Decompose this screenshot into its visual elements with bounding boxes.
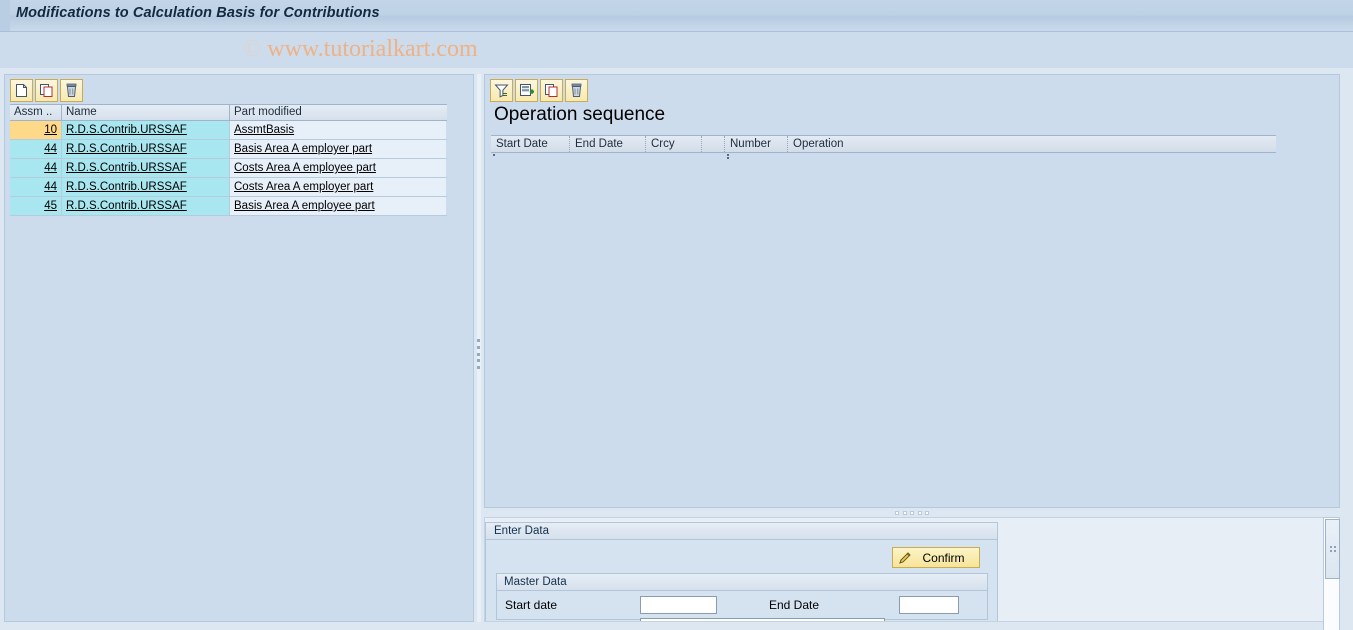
pencil-icon xyxy=(899,551,911,564)
cell-name-text: R.D.S.Contrib.URSSAF xyxy=(66,162,187,174)
window-title-bar: Modifications to Calculation Basis for C… xyxy=(0,0,1353,32)
watermark: © www.tutorialkart.com xyxy=(243,36,478,63)
column-header-crcy[interactable]: Crcy xyxy=(646,136,702,152)
cell-part-modified-text: Basis Area A employer part xyxy=(234,143,373,155)
cell-name[interactable]: R.D.S.Contrib.URSSAF xyxy=(62,178,230,196)
table-row[interactable]: 10 R.D.S.Contrib.URSSAF AssmtBasis xyxy=(10,121,447,140)
page-title: Modifications to Calculation Basis for C… xyxy=(16,5,380,21)
cell-assm-text: 10 xyxy=(44,124,57,136)
assignment-grid: Assm .. Name Part modified 10 R.D.S.Contr… xyxy=(10,104,447,216)
column-header-start-date[interactable]: Start Date xyxy=(491,136,570,152)
vertical-splitter[interactable] xyxy=(474,74,484,622)
column-header-blank[interactable] xyxy=(702,136,725,152)
confirm-button-label: Confirm xyxy=(922,550,965,565)
cell-name[interactable]: R.D.S.Contrib.URSSAF xyxy=(62,121,230,139)
operation-sequence-panel: Operation sequence Start Date End Date C… xyxy=(484,74,1340,508)
cell-assm-text: 44 xyxy=(44,181,57,193)
start-date-field[interactable] xyxy=(640,596,717,614)
enter-data-group-title: Enter Data xyxy=(486,523,997,540)
operation-sequence-grid: Start Date End Date Crcy Number Operatio… xyxy=(491,135,1276,443)
operation-grid-body[interactable] xyxy=(491,153,1276,443)
delete-row-button[interactable] xyxy=(565,79,588,102)
scrollbar-thumb-grip xyxy=(1330,546,1337,553)
table-row[interactable]: 44 R.D.S.Contrib.URSSAF Costs Area A emplo… xyxy=(10,178,447,197)
scrollbar-thumb[interactable] xyxy=(1325,519,1340,579)
enter-data-group: Enter Data Confirm Master Data Start dat… xyxy=(485,522,998,621)
new-document-icon xyxy=(16,84,27,97)
cell-part-modified-text: Costs Area A employee part xyxy=(234,162,376,174)
watermark-copyright-symbol: © xyxy=(243,36,262,62)
work-canvas: Assm .. Name Part modified 10 R.D.S.Contr… xyxy=(0,68,1353,630)
operation-grid-header: Start Date End Date Crcy Number Operatio… xyxy=(491,135,1276,153)
confirm-button[interactable]: Confirm xyxy=(892,547,980,568)
cell-name-text: R.D.S.Contrib.URSSAF xyxy=(66,181,187,193)
end-date-label: End Date xyxy=(769,598,820,612)
column-header-end-date[interactable]: End Date xyxy=(570,136,646,152)
operation-ind-label: Operation ind. xyxy=(505,620,580,621)
copy-icon xyxy=(545,84,558,97)
table-row[interactable]: 44 R.D.S.Contrib.URSSAF Costs Area A emplo… xyxy=(10,159,447,178)
new-entry-button[interactable] xyxy=(10,79,33,102)
copy-entry-button[interactable] xyxy=(35,79,58,102)
assignment-grid-header: Assm .. Name Part modified xyxy=(10,104,447,121)
insert-row-button[interactable] xyxy=(515,79,538,102)
end-date-field[interactable] xyxy=(899,596,959,614)
table-row[interactable]: 45 R.D.S.Contrib.URSSAF Basis Area A emplo… xyxy=(10,197,447,216)
cell-name-text: R.D.S.Contrib.URSSAF xyxy=(66,124,187,136)
assignment-grid-body: 10 R.D.S.Contrib.URSSAF AssmtBasis 44 R.D.S.… xyxy=(10,121,447,216)
cell-assm[interactable]: 44 xyxy=(10,140,62,158)
sub-toolbar-strip xyxy=(0,32,1353,68)
assignment-list-panel: Assm .. Name Part modified 10 R.D.S.Contr… xyxy=(4,74,474,622)
start-date-label: Start date xyxy=(505,598,558,612)
trash-icon xyxy=(571,83,582,97)
cell-part-modified-text: Costs Area A employer part xyxy=(234,181,374,193)
vertical-scrollbar[interactable] xyxy=(1323,517,1340,630)
cell-assm[interactable]: 10 xyxy=(10,121,62,139)
cell-assm[interactable]: 44 xyxy=(10,178,62,196)
cell-part-modified-text: AssmtBasis xyxy=(234,124,295,136)
trash-icon xyxy=(66,83,77,97)
operation-sequence-toolbar xyxy=(490,79,588,102)
copy-icon xyxy=(40,84,53,97)
cell-assm-text: 44 xyxy=(44,162,57,174)
insert-row-icon xyxy=(520,84,534,96)
cell-assm-text: 44 xyxy=(44,143,57,155)
application-window: Modifications to Calculation Basis for C… xyxy=(0,0,1353,630)
watermark-text: www.tutorialkart.com xyxy=(267,36,478,62)
column-header-assm[interactable]: Assm .. xyxy=(10,105,62,120)
cell-part-modified[interactable]: Basis Area A employer part xyxy=(230,140,446,158)
table-row[interactable]: 44 R.D.S.Contrib.URSSAF Basis Area A emplo… xyxy=(10,140,447,159)
master-data-group: Master Data Start date End Date Operatio… xyxy=(496,573,988,621)
cell-part-modified[interactable]: Basis Area A employee part xyxy=(230,197,446,215)
master-data-group-title: Master Data xyxy=(497,574,987,591)
column-header-name[interactable]: Name xyxy=(62,105,230,120)
filter-icon xyxy=(494,84,509,98)
horizontal-splitter-grip xyxy=(895,511,929,515)
horizontal-splitter[interactable] xyxy=(484,508,1340,517)
copy-row-button[interactable] xyxy=(540,79,563,102)
operation-sequence-title: Operation sequence xyxy=(494,104,666,125)
delete-entry-button[interactable] xyxy=(60,79,83,102)
left-panel-toolbar xyxy=(10,79,83,102)
enter-data-region: Enter Data Confirm Master Data Start dat… xyxy=(484,517,1340,622)
cell-part-modified-text: Basis Area A employee part xyxy=(234,200,375,212)
operation-ind-dropdown[interactable] xyxy=(640,618,885,621)
column-header-number[interactable]: Number xyxy=(725,136,788,152)
cell-name[interactable]: R.D.S.Contrib.URSSAF xyxy=(62,140,230,158)
cell-name-text: R.D.S.Contrib.URSSAF xyxy=(66,143,187,155)
cell-assm-text: 45 xyxy=(44,200,57,212)
column-header-operation[interactable]: Operation xyxy=(788,136,1276,152)
filter-button[interactable] xyxy=(490,79,513,102)
cell-part-modified[interactable]: Costs Area A employee part xyxy=(230,159,446,177)
cell-part-modified[interactable]: Costs Area A employer part xyxy=(230,178,446,196)
cell-assm[interactable]: 44 xyxy=(10,159,62,177)
vertical-splitter-grip xyxy=(477,339,481,369)
cell-part-modified[interactable]: AssmtBasis xyxy=(230,121,446,139)
cell-name-text: R.D.S.Contrib.URSSAF xyxy=(66,200,187,212)
cell-assm[interactable]: 45 xyxy=(10,197,62,215)
cell-name[interactable]: R.D.S.Contrib.URSSAF xyxy=(62,159,230,177)
cell-name[interactable]: R.D.S.Contrib.URSSAF xyxy=(62,197,230,215)
title-bar-left-cap xyxy=(0,0,10,31)
column-header-part-modified[interactable]: Part modified xyxy=(230,105,446,120)
